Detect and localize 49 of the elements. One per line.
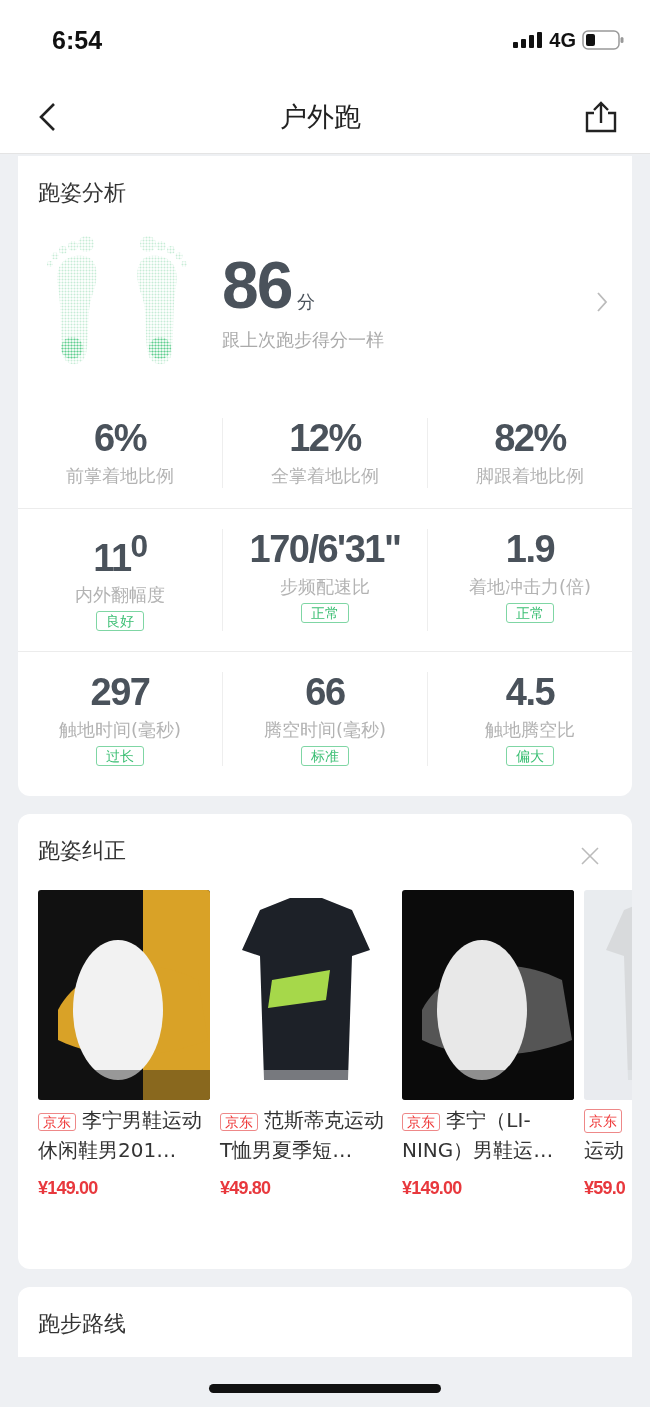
page-title: 户外跑 — [279, 99, 361, 134]
metric-value: 82% — [494, 418, 566, 460]
shop-tag: 京东 — [38, 1113, 76, 1132]
status-tag: 标准 — [301, 746, 349, 767]
metric-value: 1.9 — [505, 528, 555, 571]
metric-label: 脚跟着地比例 — [476, 463, 584, 488]
score-unit: 分 — [297, 290, 316, 314]
back-icon[interactable] — [38, 101, 56, 132]
card-title: 跑步路线 — [37, 1310, 127, 1339]
metric-label: 全掌着地比例 — [271, 463, 379, 488]
metric-value: 66 — [305, 672, 345, 715]
metric-value: 11$^{0}$ — [93, 528, 147, 580]
product-title[interactable]: 京东 范斯蒂克运动T恤男夏季短… — [220, 1106, 392, 1165]
score-comparison: 跟上次跑步得分一样 — [222, 328, 385, 352]
metric-label: 步频配速比 — [280, 574, 370, 599]
status-tag: 过长 — [96, 746, 144, 767]
product-price: ¥59.0 — [584, 1178, 627, 1200]
score-value: 86 — [222, 252, 292, 318]
metric-label: 着地冲击力(倍) — [468, 574, 591, 599]
card-title: 跑姿纠正 — [37, 837, 127, 866]
status-tag: 偏大 — [506, 746, 554, 767]
shop-tag: 京东 — [402, 1113, 440, 1132]
metric-label: 内外翻幅度 — [75, 583, 165, 608]
product-title[interactable]: 运动 — [584, 1136, 624, 1165]
metric-value: 170/6'31" — [249, 528, 401, 571]
product-title[interactable]: 京东 李宁（LI-NING）男鞋运… — [402, 1106, 574, 1165]
metric-value: 4.5 — [505, 672, 555, 715]
status-tag: 正常 — [301, 602, 349, 623]
product-price: ¥49.80 — [220, 1178, 272, 1200]
share-icon[interactable] — [584, 100, 618, 133]
shop-tag: 京东 — [584, 1109, 622, 1134]
shop-tag: 京东 — [220, 1113, 258, 1132]
metric-label: 触地时间(毫秒) — [58, 718, 181, 743]
signal-icon — [513, 32, 544, 48]
metric-label: 触地腾空比 — [485, 718, 575, 743]
metric-value: 12% — [289, 418, 361, 460]
status-time: 6:54 — [52, 25, 103, 55]
product-price: ¥149.00 — [38, 1178, 99, 1200]
metric-label: 腾空时间(毫秒) — [263, 718, 386, 743]
battery-icon — [582, 30, 624, 50]
metric-label: 前掌着地比例 — [66, 463, 174, 488]
card-title: 跑姿分析 — [37, 179, 127, 207]
status-tag: 良好 — [96, 611, 144, 632]
status-tag: 正常 — [506, 602, 554, 623]
metric-value: 6% — [94, 418, 146, 460]
network-label: 4G — [549, 28, 576, 52]
product-price: ¥149.00 — [402, 1178, 463, 1200]
metric-value: 297 — [90, 672, 150, 715]
product-title[interactable]: 京东 李宁男鞋运动休闲鞋男201… — [38, 1106, 210, 1165]
